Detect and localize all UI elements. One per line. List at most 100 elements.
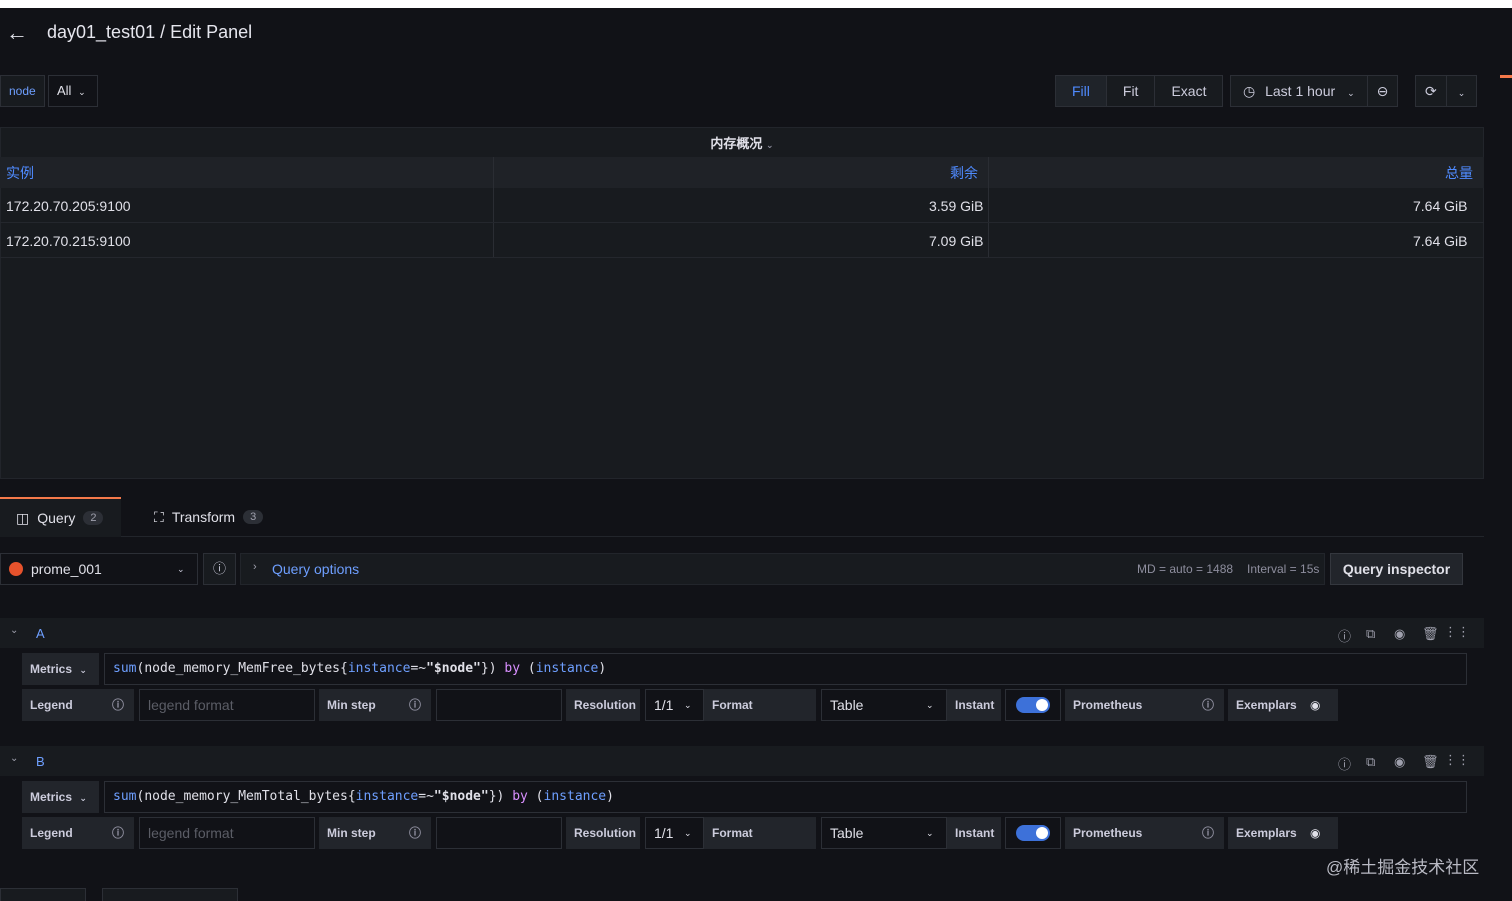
- collapse-icon[interactable]: ⌄: [10, 625, 18, 636]
- query-expression-input[interactable]: sum(node_memory_MemTotal_bytes{instance=…: [104, 781, 1467, 813]
- drag-handle-icon[interactable]: ⋮⋮: [1444, 624, 1470, 640]
- exemplars-toggle[interactable]: Exemplars ◉: [1228, 817, 1338, 849]
- legend-label-text: Legend: [30, 826, 73, 840]
- help-icon[interactable]: ⓘ: [1338, 754, 1351, 773]
- duplicate-icon[interactable]: ⧉: [1366, 754, 1375, 770]
- query-letter[interactable]: A: [36, 626, 45, 641]
- query-row-header-b: [0, 746, 1484, 776]
- add-expression-button[interactable]: [102, 888, 238, 901]
- trash-icon[interactable]: 🗑: [1422, 754, 1439, 770]
- drag-handle-icon[interactable]: ⋮⋮: [1444, 752, 1470, 768]
- trash-icon[interactable]: 🗑: [1422, 626, 1439, 642]
- toggle-switch: [1016, 825, 1050, 841]
- expr-label: instance: [355, 789, 419, 804]
- refresh-button[interactable]: ⟳: [1416, 76, 1447, 106]
- datasource-select[interactable]: prome_001 ⌄: [0, 553, 198, 585]
- expr-operator: =~: [418, 789, 434, 804]
- variable-select[interactable]: All ⌄: [48, 75, 98, 107]
- page-title: day01_test01 / Edit Panel: [47, 22, 253, 42]
- format-value: Table: [830, 825, 864, 841]
- chevron-down-icon: ⌄: [684, 828, 692, 838]
- expr-metric: node_memory_MemTotal_bytes: [144, 789, 348, 804]
- metrics-label: Metrics: [30, 662, 73, 676]
- time-picker-button[interactable]: ◷ Last 1 hour ⌄: [1231, 76, 1368, 106]
- tab-counter: 2: [83, 511, 104, 525]
- tab-counter: 3: [243, 510, 264, 524]
- chevron-down-icon: ⌄: [79, 793, 87, 803]
- chevron-right-icon: ›: [253, 561, 257, 573]
- resolution-label: Resolution: [566, 689, 640, 721]
- max-data-points: MD = auto = 1488: [1137, 562, 1234, 576]
- zoom-out-button[interactable]: ⊖: [1368, 76, 1398, 106]
- help-button[interactable]: ⓘ: [203, 553, 236, 585]
- tab-label: Query: [37, 510, 76, 526]
- chevron-down-icon: ⌄: [766, 140, 774, 150]
- query-expression-input[interactable]: sum(node_memory_MemFree_bytes{instance=~…: [104, 653, 1467, 685]
- chevron-down-icon: ⌄: [1457, 88, 1466, 98]
- eye-icon[interactable]: ◉: [1394, 626, 1405, 642]
- info-icon: ⓘ: [409, 826, 422, 840]
- table-cell: 172.20.70.205:9100: [6, 198, 131, 214]
- variable-label: node: [0, 75, 45, 107]
- resolution-select[interactable]: 1/1 ⌄: [645, 817, 704, 849]
- column-header-instance[interactable]: 实例: [6, 163, 34, 183]
- refresh-interval-button[interactable]: ⌄: [1447, 76, 1477, 106]
- chevron-down-icon: ⌄: [78, 87, 86, 97]
- min-step-input[interactable]: [436, 817, 562, 849]
- prometheus-label-text: Prometheus: [1073, 826, 1143, 840]
- instant-toggle[interactable]: [1005, 689, 1061, 721]
- resolution-value: 1/1: [654, 697, 674, 713]
- panel-title[interactable]: 内存概况 ⌄: [0, 133, 1484, 152]
- metrics-browser-button[interactable]: Metrics ⌄: [22, 781, 99, 813]
- legend-label: Legend ⓘ: [22, 817, 134, 849]
- instant-label: Instant: [947, 689, 1001, 721]
- tab-transform[interactable]: ⛶ Transform 3: [138, 497, 279, 537]
- expr-function: sum: [113, 661, 137, 676]
- zoom-out-icon: ⊖: [1376, 83, 1389, 99]
- help-icon[interactable]: ⓘ: [1338, 626, 1351, 645]
- expr-value: "$node": [426, 661, 481, 676]
- collapse-icon[interactable]: ⌄: [10, 753, 18, 764]
- database-icon: ◫: [16, 509, 30, 526]
- prometheus-logo-icon: [9, 562, 23, 576]
- prometheus-label: Prometheus ⓘ: [1065, 689, 1224, 721]
- exact-button[interactable]: Exact: [1155, 76, 1222, 106]
- expr-by: by: [504, 661, 521, 676]
- resolution-select[interactable]: 1/1 ⌄: [645, 689, 704, 721]
- back-arrow-icon[interactable]: ←: [6, 22, 28, 44]
- time-picker-group: ◷ Last 1 hour ⌄ ⊖: [1230, 75, 1399, 107]
- table-cell: 7.64 GiB: [1413, 233, 1468, 249]
- column-header-total[interactable]: 总量: [1445, 163, 1473, 183]
- legend-label-text: Legend: [30, 698, 73, 712]
- min-step-input[interactable]: [436, 689, 562, 721]
- exemplars-toggle[interactable]: Exemplars ◉: [1228, 689, 1338, 721]
- chevron-down-icon: ⌄: [177, 563, 185, 574]
- column-header-free[interactable]: 剩余: [950, 163, 978, 183]
- format-select[interactable]: Table ⌄: [821, 817, 947, 849]
- fit-button[interactable]: Fit: [1107, 76, 1156, 106]
- resolution-label: Resolution: [566, 817, 640, 849]
- min-step-label: Min step ⓘ: [319, 689, 431, 721]
- info-icon: ⓘ: [112, 698, 125, 712]
- eye-icon[interactable]: ◉: [1394, 754, 1405, 770]
- format-select[interactable]: Table ⌄: [821, 689, 947, 721]
- fill-button[interactable]: Fill: [1056, 76, 1107, 106]
- instant-toggle[interactable]: [1005, 817, 1061, 849]
- tab-query[interactable]: ◫ Query 2: [0, 497, 121, 537]
- legend-input[interactable]: legend format: [139, 817, 315, 849]
- refresh-icon: ⟳: [1425, 83, 1437, 99]
- query-options-link[interactable]: Query options: [272, 561, 359, 577]
- clock-icon: ◷: [1243, 83, 1256, 99]
- legend-label: Legend ⓘ: [22, 689, 134, 721]
- table-row: [0, 188, 1484, 223]
- metrics-browser-button[interactable]: Metrics ⌄: [22, 653, 99, 685]
- add-query-button[interactable]: [0, 888, 86, 901]
- expr-group: instance: [535, 661, 599, 676]
- duplicate-icon[interactable]: ⧉: [1366, 626, 1375, 642]
- prometheus-label-text: Prometheus: [1073, 698, 1143, 712]
- table-row: [0, 223, 1484, 258]
- query-letter[interactable]: B: [36, 754, 45, 769]
- legend-input[interactable]: legend format: [139, 689, 315, 721]
- query-inspector-button[interactable]: Query inspector: [1330, 553, 1463, 585]
- expr-by: by: [512, 789, 528, 804]
